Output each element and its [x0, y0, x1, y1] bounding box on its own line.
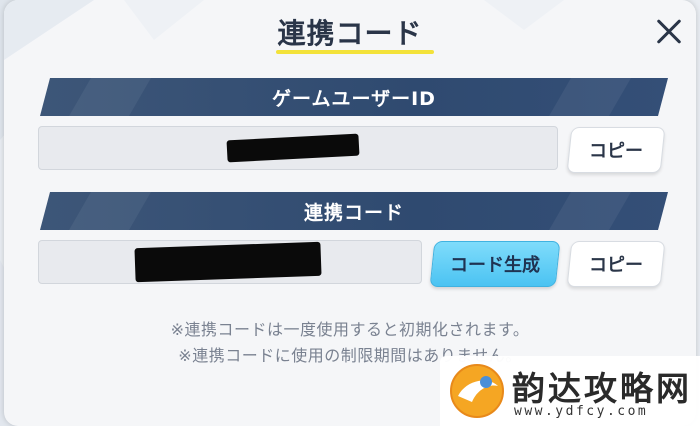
- user-id-field[interactable]: [38, 126, 558, 170]
- section-header-label: ゲームユーザーID: [272, 87, 436, 110]
- copy-user-id-button[interactable]: コピー: [566, 127, 666, 173]
- generate-code-button[interactable]: コード生成: [429, 241, 561, 287]
- watermark-url: www.ydfcy.com: [514, 404, 649, 419]
- note-line-1: ※連携コードは一度使用すると初期化されます。: [170, 320, 530, 339]
- section-header-label: 連携コード: [303, 201, 404, 224]
- title-underline: [276, 50, 434, 54]
- section-header-link-code: 連携コード: [40, 192, 668, 230]
- copy-link-code-button[interactable]: コピー: [566, 241, 666, 287]
- redacted-user-id: [226, 133, 360, 163]
- link-code-field[interactable]: [38, 240, 422, 284]
- redacted-link-code: [134, 241, 322, 283]
- section-header-user-id: ゲームユーザーID: [40, 78, 668, 116]
- dialog-title: 連携コード: [277, 17, 423, 50]
- watermark: 韵达攻略网 www.ydfcy.com: [440, 356, 700, 426]
- watermark-logo-icon: [450, 364, 504, 418]
- close-icon[interactable]: [649, 12, 689, 52]
- watermark-name: 韵达攻略网: [512, 369, 692, 408]
